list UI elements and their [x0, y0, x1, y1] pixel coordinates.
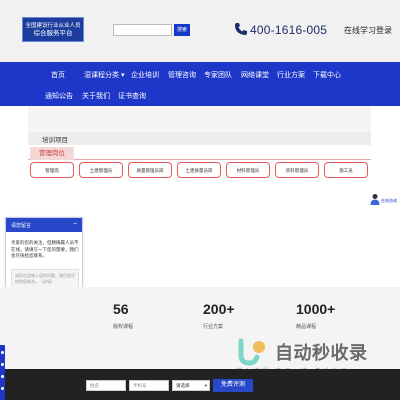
chevron-down-icon: ▾ — [204, 383, 207, 388]
nav-item-certificate-query[interactable]: 证书查询 — [118, 91, 146, 101]
stat-label: 行业方案 — [203, 324, 224, 330]
free-evaluation-button[interactable]: 免费评测 — [213, 379, 253, 392]
stat-label: 版权课程 — [113, 324, 134, 330]
site-logo[interactable]: 全国建设行业从业人员 综合服务平台 — [22, 17, 84, 42]
toolbar-dot-icon[interactable] — [1, 351, 4, 354]
logo-line-1: 全国建设行业从业人员 — [25, 23, 81, 29]
nav-item-expert-team[interactable]: 专家团队 — [204, 70, 232, 80]
nav-item-industry-solutions[interactable]: 行业方案 — [277, 70, 305, 80]
course-card[interactable]: 质量管理员岗 — [128, 162, 172, 178]
bottom-select-value: 请选择 — [176, 383, 190, 388]
toolbar-dot-icon[interactable] — [1, 375, 4, 378]
search-input[interactable] — [113, 24, 172, 36]
left-side-toolbar — [0, 345, 5, 400]
watermark-logo-icon — [238, 338, 265, 366]
nav-item-home[interactable]: 首页 — [51, 70, 65, 80]
customer-service-avatar-icon — [370, 194, 380, 205]
course-card[interactable]: 资料管理员 — [275, 162, 319, 178]
nav-item-notices[interactable]: 通知公告 — [45, 91, 73, 101]
bottom-name-input[interactable]: 姓名 — [86, 380, 126, 391]
main-nav: 首页 湿课程分类 ▾ 企业培训 管理咨询 专家团队 网络课堂 行业方案 下载中心… — [0, 62, 400, 106]
nav-item-corporate-training[interactable]: 企业培训 — [131, 70, 159, 80]
phone-number: 400-1616-005 — [250, 23, 328, 37]
phone-icon — [235, 23, 247, 35]
training-tab-row — [28, 146, 371, 160]
online-service-label: 在线咨询 — [381, 198, 397, 203]
bottom-select[interactable]: 请选择 ▾ — [172, 380, 210, 391]
nav-item-download-center[interactable]: 下载中心 — [313, 70, 341, 80]
nav-item-about-us[interactable]: 关于我们 — [82, 91, 110, 101]
toolbar-dot-icon[interactable] — [1, 363, 4, 366]
search-button[interactable]: 搜索 — [174, 24, 190, 36]
message-greeting: 亲爱的您的关注，但精确最人员不在线，请填写一下您的需要，我们会尽快给您联系。 — [11, 240, 79, 258]
content-header-band — [28, 106, 371, 132]
course-card[interactable]: 管理岗 — [30, 162, 74, 178]
stat-value: 200+ — [203, 301, 235, 317]
online-learning-link[interactable]: 在线学习登录 — [344, 25, 392, 36]
nav-item-label: 湿课程分类 — [84, 72, 119, 79]
course-card[interactable]: 施工员 — [324, 162, 368, 178]
minimize-icon[interactable]: − — [73, 220, 77, 229]
nav-item-course-category[interactable]: 湿课程分类 ▾ — [84, 70, 124, 80]
watermark-text: 自动秒收录 — [275, 343, 368, 363]
course-card[interactable]: 材料管理员 — [226, 162, 270, 178]
stat-value: 56 — [113, 301, 129, 317]
stat-label: 精品课程 — [296, 324, 317, 330]
nav-item-management-consulting[interactable]: 管理咨询 — [168, 70, 196, 80]
chevron-down-icon: ▾ — [119, 72, 125, 79]
bottom-phone-input[interactable]: 手机号 — [129, 380, 169, 391]
course-card[interactable]: 土建管理员 — [79, 162, 123, 178]
training-section-title: 培训项目 — [42, 137, 68, 144]
tab-management-positions[interactable]: 管理岗位 — [30, 147, 74, 160]
training-section-bar — [28, 132, 371, 145]
message-widget-title: 请您留言 — [11, 223, 32, 229]
logo-line-2: 综合服务平台 — [33, 30, 73, 37]
toolbar-dot-icon[interactable] — [1, 387, 4, 390]
stat-value: 1000+ — [296, 301, 336, 317]
nav-item-online-class[interactable]: 网络课堂 — [241, 70, 269, 80]
course-card[interactable]: 土建质量员岗 — [177, 162, 221, 178]
